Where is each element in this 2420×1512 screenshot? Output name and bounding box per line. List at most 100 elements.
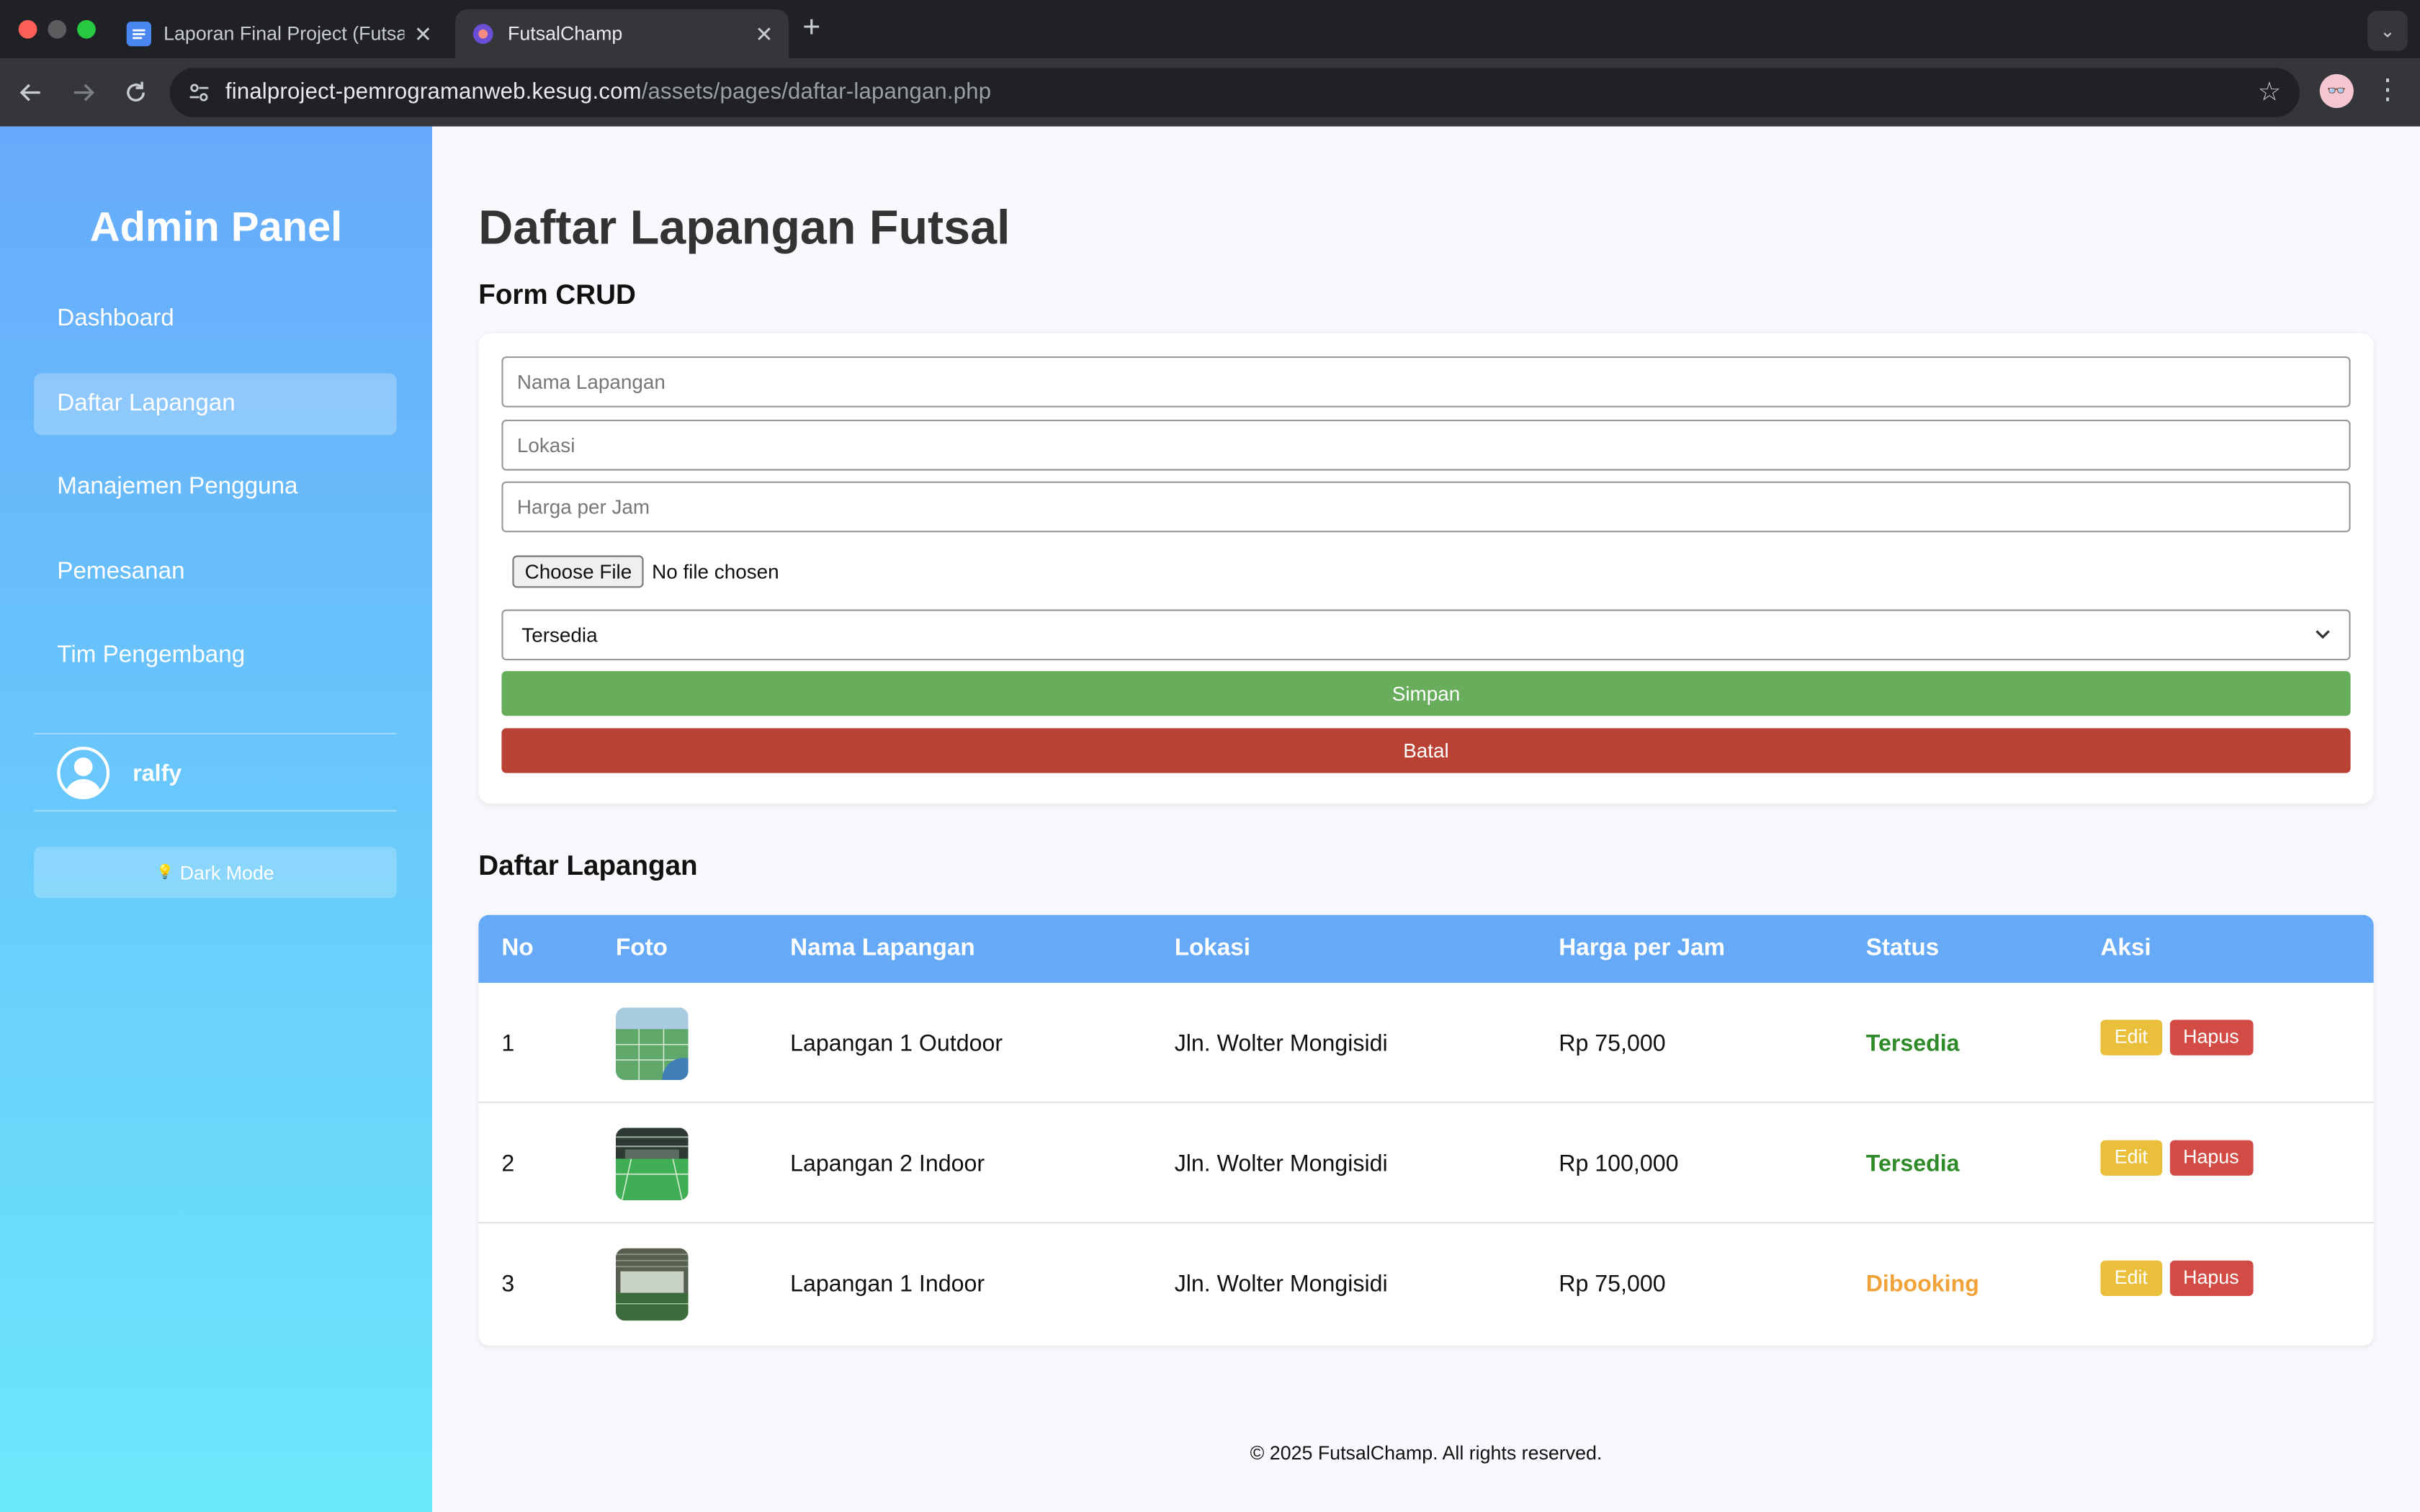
cell-nama: Lapangan 2 Indoor	[790, 1150, 985, 1176]
sidebar-item-label: Dashboard	[57, 305, 174, 332]
address-bar[interactable]: finalproject-pemrogramanweb.kesug.com/as…	[169, 68, 2300, 117]
browser-menu-icon[interactable]: ⋮	[2374, 74, 2402, 107]
delete-button[interactable]: Hapus	[2169, 1019, 2253, 1055]
footer-text: © 2025 FutsalChamp. All rights reserved.	[1250, 1442, 1603, 1464]
cancel-button[interactable]: Batal	[501, 728, 2351, 773]
dark-mode-label: Dark Mode	[179, 861, 274, 883]
sidebar-item-label: Manajemen Pengguna	[57, 473, 298, 500]
lightbulb-icon: 💡	[156, 864, 174, 880]
url-domain: finalproject-pemrogramanweb.kesug.com	[225, 80, 642, 105]
tab-title: FutsalChamp	[508, 23, 623, 45]
save-button[interactable]: Simpan	[501, 671, 2351, 716]
delete-button[interactable]: Hapus	[2169, 1259, 2253, 1295]
forward-button[interactable]	[65, 74, 102, 111]
tab-futsalchamp[interactable]: FutsalChamp ✕	[455, 9, 789, 59]
maximize-window-button[interactable]	[77, 19, 96, 39]
cell-no: 1	[501, 1030, 515, 1056]
google-docs-icon	[126, 22, 151, 47]
tab-title: Laporan Final Project (FutsalC	[163, 23, 405, 45]
back-button[interactable]	[12, 74, 49, 111]
row-actions: Edit Hapus	[2100, 1019, 2253, 1055]
dark-mode-button[interactable]: 💡 Dark Mode	[34, 847, 397, 899]
url-text: finalproject-pemrogramanweb.kesug.com/as…	[225, 80, 991, 104]
browser-toolbar: finalproject-pemrogramanweb.kesug.com/as…	[0, 58, 2420, 127]
sidebar-item-daftar-lapangan[interactable]: Daftar Lapangan	[34, 373, 397, 436]
status-badge: Tersedia	[1865, 1150, 1960, 1176]
username: ralfy	[133, 760, 182, 786]
row-actions: Edit Hapus	[2100, 1259, 2253, 1295]
tab-search-button[interactable]: ⌄	[2367, 11, 2408, 51]
field-photo	[616, 1007, 689, 1079]
table-header: No Foto Nama Lapangan Lokasi Harga per J…	[478, 914, 2374, 983]
table-row: 2 Lapangan 2 Indoor Jln. Wolter Mongisid…	[478, 1103, 2374, 1224]
sidebar-item-label: Pemesanan	[57, 558, 185, 585]
cell-foto	[616, 983, 689, 1103]
cell-aksi: Edit Hapus	[2100, 1103, 2253, 1223]
cell-harga: Rp 75,000	[1559, 1270, 1666, 1297]
column-header: Aksi	[2100, 935, 2151, 961]
form-title: Form CRUD	[478, 279, 636, 310]
sidebar-divider	[34, 810, 397, 812]
status-badge: Tersedia	[1865, 1030, 1960, 1056]
row-actions: Edit Hapus	[2100, 1139, 2253, 1175]
field-photo	[616, 1247, 689, 1320]
cell-no: 2	[501, 1150, 515, 1176]
browser-window: Laporan Final Project (FutsalC ✕ FutsalC…	[0, 0, 2420, 1512]
main-content: Daftar Lapangan Futsal Form CRUD Choose …	[432, 126, 2420, 1512]
list-title: Daftar Lapangan	[478, 850, 698, 881]
edit-button[interactable]: Edit	[2100, 1019, 2162, 1055]
new-tab-button[interactable]: +	[802, 11, 820, 46]
sidebar-item-tim-pengembang[interactable]: Tim Pengembang	[34, 625, 397, 687]
sidebar-item-label: Tim Pengembang	[57, 642, 246, 668]
cell-lokasi: Jln. Wolter Mongisidi	[1174, 1150, 1388, 1176]
lokasi-input[interactable]	[501, 419, 2351, 471]
edit-button[interactable]: Edit	[2100, 1139, 2162, 1175]
column-header: No	[501, 935, 534, 961]
reload-button[interactable]	[117, 74, 154, 111]
cell-no: 3	[501, 1270, 515, 1297]
status-select-value: Tersedia	[521, 623, 598, 647]
tab-bar: Laporan Final Project (FutsalC ✕ FutsalC…	[0, 0, 2420, 59]
choose-file-button[interactable]: Choose File	[512, 555, 645, 588]
status-badge: Dibooking	[1865, 1270, 1979, 1297]
bookmark-star-icon[interactable]: ☆	[2257, 77, 2281, 108]
column-header: Lokasi	[1174, 935, 1250, 961]
harga-input[interactable]	[501, 481, 2351, 533]
file-upload: Choose File No file chosen	[512, 555, 779, 588]
cell-foto	[616, 1223, 689, 1344]
user-avatar-icon	[57, 747, 110, 799]
nama-lapangan-input[interactable]	[501, 356, 2351, 408]
sidebar-item-pemesanan[interactable]: Pemesanan	[34, 541, 397, 603]
url-path: /assets/pages/daftar-lapangan.php	[641, 80, 992, 105]
cell-lokasi: Jln. Wolter Mongisidi	[1174, 1030, 1388, 1056]
sidebar-item-manajemen-pengguna[interactable]: Manajemen Pengguna	[34, 456, 397, 518]
tab-laporan[interactable]: Laporan Final Project (FutsalC ✕	[111, 9, 447, 59]
sidebar-divider	[34, 732, 397, 734]
cell-lokasi: Jln. Wolter Mongisidi	[1174, 1270, 1388, 1297]
site-settings-icon[interactable]	[182, 76, 216, 109]
minimize-window-button[interactable]	[48, 19, 67, 39]
chevron-down-icon	[2315, 624, 2330, 647]
status-select[interactable]: Tersedia	[501, 609, 2351, 661]
delete-button[interactable]: Hapus	[2169, 1139, 2253, 1175]
lapangan-table: No Foto Nama Lapangan Lokasi Harga per J…	[478, 914, 2374, 1346]
sidebar-item-label: Daftar Lapangan	[57, 390, 236, 417]
column-header: Status	[1865, 935, 1940, 961]
column-header: Nama Lapangan	[790, 935, 975, 961]
edit-button[interactable]: Edit	[2100, 1259, 2162, 1295]
user-profile[interactable]: ralfy	[57, 747, 182, 799]
close-tab-icon[interactable]: ✕	[755, 21, 773, 47]
crud-form: Choose File No file chosen Tersedia Simp…	[478, 333, 2374, 804]
cell-harga: Rp 75,000	[1559, 1030, 1666, 1056]
cell-aksi: Edit Hapus	[2100, 983, 2253, 1103]
table-row: 1 Lapangan 1 Outdoor Jln. Wolter Mongisi…	[478, 983, 2374, 1104]
sidebar: Admin Panel Dashboard Daftar Lapangan Ma…	[0, 126, 432, 1512]
sidebar-item-dashboard[interactable]: Dashboard	[34, 289, 397, 351]
globe-icon	[471, 22, 496, 46]
profile-avatar[interactable]: 👓	[2319, 73, 2354, 108]
close-tab-icon[interactable]: ✕	[414, 21, 432, 47]
cell-foto	[616, 1103, 689, 1223]
cell-nama: Lapangan 1 Indoor	[790, 1270, 985, 1297]
file-status: No file chosen	[652, 559, 779, 583]
close-window-button[interactable]	[18, 19, 37, 39]
